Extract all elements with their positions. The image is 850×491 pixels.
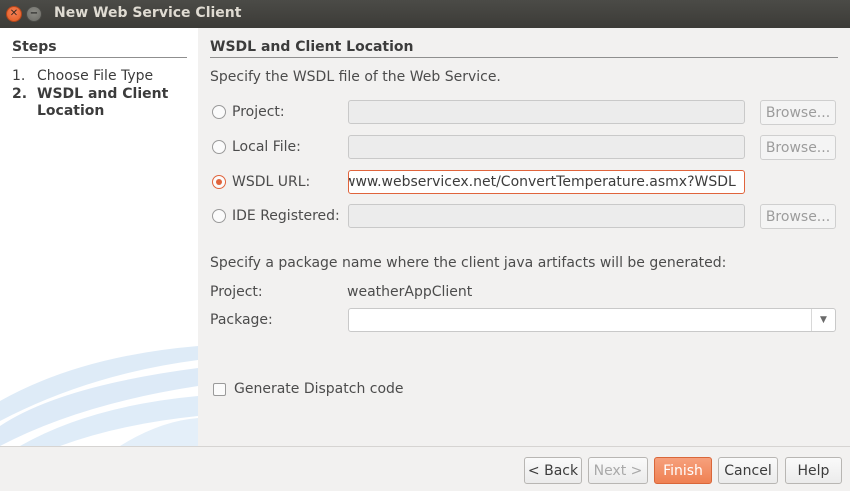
browse-project-button[interactable]: Browse... (760, 100, 836, 125)
package-label: Package: (210, 312, 273, 328)
chevron-down-icon: ▼ (820, 315, 827, 325)
source-ide-registered-option[interactable]: IDE Registered: (212, 204, 340, 228)
finish-button[interactable]: Finish (654, 457, 712, 484)
steps-panel: Steps 1. Choose File Type 2. WSDL and Cl… (0, 28, 198, 446)
ide-registered-radio[interactable] (212, 209, 226, 223)
package-dropdown-button[interactable]: ▼ (811, 309, 835, 331)
close-icon: ✕ (9, 8, 19, 19)
step-label: Choose File Type (37, 68, 154, 84)
browse-ide-registered-button[interactable]: Browse... (760, 204, 836, 229)
source-local-file-option[interactable]: Local File: (212, 135, 301, 159)
help-button[interactable]: Help (785, 457, 842, 484)
generate-dispatch-label: Generate Dispatch code (234, 381, 404, 397)
wizard-decoration-graphic (0, 346, 198, 446)
step-wsdl-client-location: 2. WSDL and Client Location (12, 86, 177, 120)
project-value: weatherAppClient (347, 284, 473, 300)
package-prompt: Specify a package name where the client … (210, 255, 727, 271)
step-number: 2. (12, 86, 28, 102)
minimize-icon: − (29, 8, 39, 19)
step-number: 1. (12, 68, 26, 84)
title-bar: ✕ − New Web Service Client (0, 0, 850, 28)
step-choose-file-type: 1. Choose File Type (12, 68, 153, 85)
generate-dispatch-option[interactable]: Generate Dispatch code (213, 381, 404, 397)
wsdl-prompt: Specify the WSDL file of the Web Service… (210, 69, 501, 85)
wsdl-url-field[interactable]: www.webservicex.net/ConvertTemperature.a… (348, 170, 745, 194)
radio-label: IDE Registered: (232, 208, 340, 224)
steps-title: Steps (12, 39, 57, 55)
project-label: Project: (210, 284, 263, 300)
generate-dispatch-checkbox[interactable] (213, 382, 226, 396)
step-label: WSDL and Client Location (37, 86, 169, 119)
cancel-button[interactable]: Cancel (718, 457, 778, 484)
minimize-window-button[interactable]: − (26, 6, 42, 22)
local-file-field[interactable] (348, 135, 745, 159)
wsdl-url-radio[interactable] (212, 175, 226, 189)
radio-label: WSDL URL: (232, 174, 311, 190)
section-divider (210, 57, 838, 58)
next-button[interactable]: Next > (588, 457, 648, 484)
source-project-option[interactable]: Project: (212, 100, 285, 124)
browse-local-file-button[interactable]: Browse... (760, 135, 836, 160)
footer-divider (0, 446, 850, 447)
section-title: WSDL and Client Location (210, 39, 414, 55)
source-wsdl-url-option[interactable]: WSDL URL: (212, 170, 310, 194)
main-panel: WSDL and Client Location Specify the WSD… (198, 28, 850, 446)
local-file-radio[interactable] (212, 140, 226, 154)
radio-label: Local File: (232, 139, 301, 155)
radio-label: Project: (232, 104, 285, 120)
project-path-field[interactable] (348, 100, 745, 124)
package-combobox[interactable]: ▼ (348, 308, 836, 332)
ide-registered-field[interactable] (348, 204, 745, 228)
project-radio[interactable] (212, 105, 226, 119)
steps-divider (12, 57, 187, 58)
wsdl-url-value: www.webservicex.net/ConvertTemperature.a… (348, 174, 736, 190)
back-button[interactable]: < Back (524, 457, 582, 484)
close-window-button[interactable]: ✕ (6, 6, 22, 22)
window-title: New Web Service Client (54, 5, 242, 21)
